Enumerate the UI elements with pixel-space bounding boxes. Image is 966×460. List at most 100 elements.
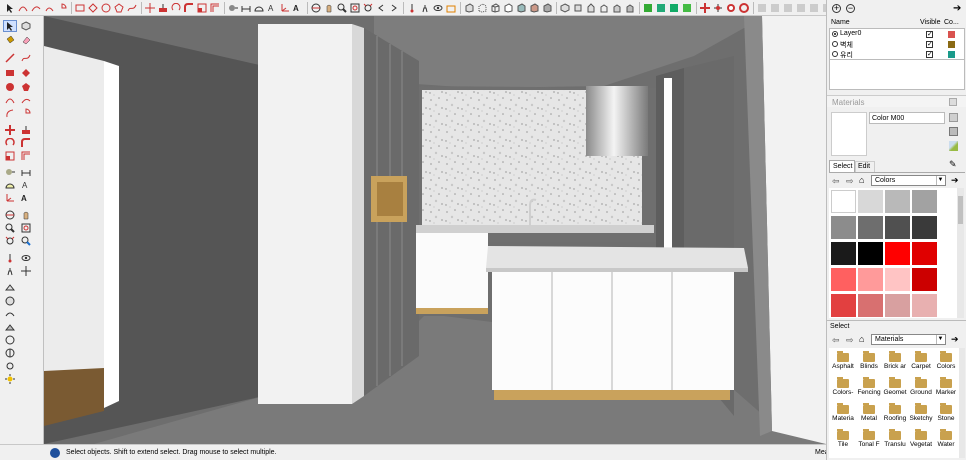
section-plane-icon[interactable] (445, 2, 457, 14)
pan-icon[interactable] (19, 209, 33, 221)
zoom-window-icon[interactable] (19, 222, 33, 234)
dimension-icon[interactable] (19, 166, 33, 178)
position-camera-icon[interactable] (406, 2, 418, 14)
zoom-window-tool-icon[interactable] (349, 2, 361, 14)
move-tool-icon[interactable] (144, 2, 156, 14)
layer-radio-icon[interactable] (832, 41, 838, 47)
color-swatch[interactable] (885, 190, 910, 213)
previous-zoom-icon[interactable] (19, 235, 33, 247)
material-folder[interactable]: Stone (933, 402, 959, 426)
color-swatch[interactable] (858, 242, 883, 265)
geo-location-icon[interactable] (50, 448, 60, 458)
layer-radio-icon[interactable] (832, 51, 838, 57)
layer-row[interactable]: 유리 ✓ (830, 50, 964, 59)
material-folder[interactable]: Geomet (882, 376, 908, 400)
layer-color-swatch[interactable] (948, 31, 955, 38)
active-layer-radio-icon[interactable] (832, 31, 838, 37)
home-icon[interactable]: ⌂ (859, 334, 864, 344)
back-edges-style-icon[interactable] (476, 2, 488, 14)
extension-icon[interactable] (668, 2, 680, 14)
polygon-tool-icon[interactable] (113, 2, 125, 14)
rectangle-icon[interactable] (3, 67, 17, 79)
shaded-style-icon[interactable] (515, 2, 527, 14)
material-folder[interactable]: Carpet (908, 350, 934, 374)
rotated-rect-tool-icon[interactable] (87, 2, 99, 14)
forward-arrow-icon[interactable]: ⇨ (846, 176, 854, 187)
color-swatch[interactable] (831, 294, 856, 317)
material-folder[interactable]: Brick ar (882, 350, 908, 374)
position-camera-icon[interactable] (3, 252, 17, 264)
select-tool-icon[interactable] (4, 2, 16, 14)
share-model-icon[interactable] (681, 2, 693, 14)
layer-color-swatch[interactable] (948, 41, 955, 48)
color-swatch[interactable] (858, 216, 883, 239)
freehand-tool-icon[interactable] (126, 2, 138, 14)
material-folder[interactable]: Blinds (856, 350, 882, 374)
materials-panel-header[interactable]: Materials (827, 95, 966, 107)
arc3-tool-icon[interactable] (43, 2, 55, 14)
layer-row[interactable]: 벽체 ✓ (830, 40, 964, 49)
circle-icon[interactable] (3, 81, 17, 93)
scale-tool-icon[interactable] (196, 2, 208, 14)
shaded-textures-style-icon[interactable] (528, 2, 540, 14)
make-component-icon[interactable] (19, 20, 33, 32)
orbit-tool-icon[interactable] (310, 2, 322, 14)
model-viewport[interactable] (44, 16, 826, 444)
chevron-down-icon[interactable]: ▼ (936, 176, 944, 185)
layer-visible-checkbox[interactable]: ✓ (926, 31, 933, 38)
secondary-library-dropdown[interactable]: Materials ▼ (871, 334, 946, 345)
layers-col-visible[interactable]: Visible (920, 19, 941, 26)
color-swatch[interactable] (885, 242, 910, 265)
material-folder[interactable]: Marker (933, 376, 959, 400)
paint-bucket-icon[interactable] (3, 34, 17, 46)
warehouse-icon[interactable] (655, 2, 667, 14)
xray-style-icon[interactable] (463, 2, 475, 14)
followme-tool-icon[interactable] (183, 2, 195, 14)
sample-paint-icon[interactable] (949, 141, 958, 151)
material-folder[interactable]: Colors (933, 350, 959, 374)
color-swatch[interactable] (858, 268, 883, 291)
layers-col-name[interactable]: Name (831, 19, 850, 26)
sandbox-drape-icon[interactable] (712, 2, 724, 14)
color-swatch[interactable] (885, 268, 910, 291)
look-around-icon[interactable] (432, 2, 444, 14)
polygon-icon[interactable] (19, 81, 33, 93)
offset-tool-icon[interactable] (209, 2, 221, 14)
material-folder[interactable]: Vegetat (908, 428, 934, 452)
materials-close-icon[interactable] (949, 98, 957, 106)
sandbox-stamp-icon[interactable] (3, 321, 17, 333)
color-swatch[interactable] (858, 294, 883, 317)
material-folder[interactable]: Fencing (856, 376, 882, 400)
pie-icon[interactable] (19, 107, 33, 119)
three-point-arc-icon[interactable] (3, 107, 17, 119)
left-view-icon[interactable] (624, 2, 636, 14)
layer-row[interactable]: Layer0 ✓ (830, 30, 964, 39)
sandbox-flip-edge-icon[interactable] (3, 360, 17, 372)
color-swatch[interactable] (831, 216, 856, 239)
section-plane-icon[interactable] (19, 265, 33, 277)
select-arrow-icon[interactable] (3, 20, 17, 32)
swatch-scrollbar[interactable] (957, 188, 964, 318)
material-folder[interactable]: Water (933, 428, 959, 452)
delete-layer-icon[interactable]: − (846, 4, 855, 13)
arc2-tool-icon[interactable] (30, 2, 42, 14)
material-folder[interactable]: Roofing (882, 402, 908, 426)
axes-icon[interactable] (3, 192, 17, 204)
chevron-down-icon[interactable]: ▼ (936, 335, 944, 344)
material-name-field[interactable]: Color M00 (869, 112, 945, 124)
tape-measure-tool-icon[interactable] (227, 2, 239, 14)
component-icon[interactable] (642, 2, 654, 14)
iso-view-icon[interactable] (559, 2, 571, 14)
push-pull-icon[interactable] (19, 124, 33, 136)
text-tool-icon[interactable]: A (266, 2, 278, 14)
sandbox-add-detail-icon[interactable] (3, 347, 17, 359)
zoom-extents-tool-icon[interactable] (362, 2, 374, 14)
hidden-line-style-icon[interactable] (502, 2, 514, 14)
rectangle-tool-icon[interactable] (74, 2, 86, 14)
material-folder[interactable]: Metal (856, 402, 882, 426)
sandbox-move-icon[interactable] (699, 2, 711, 14)
folder-scrollbar[interactable] (959, 348, 965, 458)
freehand-icon[interactable] (19, 52, 33, 64)
material-folder[interactable]: Sketchy (908, 402, 934, 426)
walk-tool-icon[interactable] (419, 2, 431, 14)
